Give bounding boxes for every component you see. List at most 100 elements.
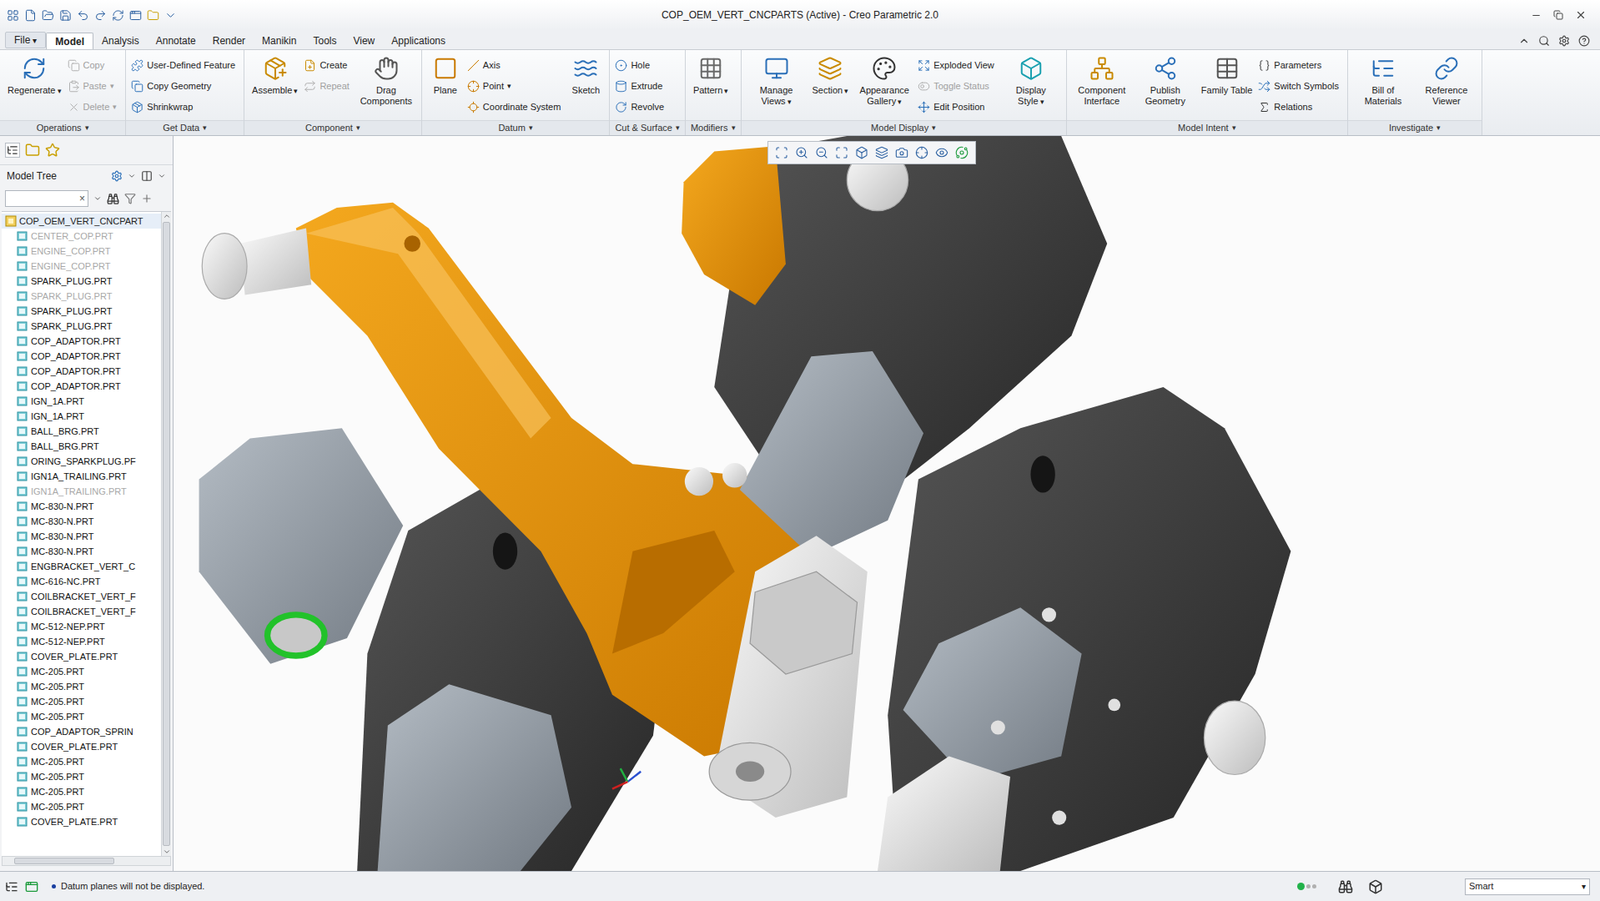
hscroll-thumb[interactable] [14, 857, 115, 865]
ribbon-button[interactable]: Bill of Materials [1353, 53, 1414, 107]
tree-item[interactable]: COILBRACKET_VERT_F [1, 603, 162, 619]
ribbon-group-label[interactable]: Investigate▾ [1348, 120, 1482, 136]
find-icon[interactable] [1338, 879, 1354, 895]
quick-access-icon[interactable] [76, 9, 90, 22]
tree-item[interactable]: MC-830-N.PRT [1, 513, 162, 529]
tree-item[interactable]: ORING_SPARKPLUG.PF [1, 453, 162, 469]
ribbon-group-label[interactable]: Model Display▾ [741, 120, 1067, 136]
assembly-model[interactable] [173, 135, 1600, 871]
connector-box[interactable] [377, 684, 572, 871]
tree-item[interactable]: COP_ADAPTOR.PRT [1, 348, 162, 364]
quick-access-icon[interactable] [94, 9, 107, 22]
navigator-toggle-icon[interactable] [5, 880, 19, 894]
ribbon-small-button[interactable]: Shrinkwrap [130, 96, 239, 118]
quick-access-icon[interactable] [6, 9, 20, 22]
ribbon-group-label[interactable]: Component▾ [244, 120, 422, 136]
ribbon-small-button[interactable]: Point▾ [467, 75, 565, 97]
tree-item[interactable]: MC-512-NEP.PRT [1, 633, 162, 650]
tree-item[interactable]: BALL_BRG.PRT [1, 438, 162, 454]
view-tool-icon[interactable] [794, 145, 809, 160]
vertical-scrollbar[interactable] [161, 211, 172, 856]
minimize-icon[interactable] [1530, 10, 1542, 21]
dropdown-icon[interactable] [93, 194, 102, 203]
ribbon-small-button[interactable]: Paste▾ [67, 75, 121, 97]
find-icon[interactable] [106, 192, 120, 206]
ribbon-small-button[interactable]: Relations [1257, 96, 1343, 118]
show-icon[interactable] [140, 170, 153, 182]
tree-item[interactable]: SPARK_PLUG.PRT [1, 318, 162, 334]
screw[interactable] [1107, 699, 1121, 712]
tree-item[interactable]: BALL_BRG.PRT [1, 423, 162, 439]
ribbon-button[interactable]: Drag Components [356, 53, 417, 107]
horizontal-scrollbar[interactable] [1, 855, 172, 866]
view-tool-icon[interactable] [774, 145, 789, 160]
search-icon[interactable] [1538, 35, 1550, 47]
ribbon-small-button[interactable]: Hole [614, 55, 668, 76]
connector-box[interactable] [903, 607, 1082, 782]
menu-tab[interactable]: Annotate [147, 32, 205, 50]
ribbon-button[interactable]: Assemble▾ [249, 53, 301, 97]
screw[interactable] [684, 467, 714, 496]
filter-icon[interactable] [124, 192, 136, 205]
scroll-down-icon[interactable] [162, 847, 172, 856]
tree-item[interactable]: MC-205.PRT [1, 709, 162, 725]
tree-item[interactable]: SPARK_PLUG.PRT [1, 273, 162, 289]
ribbon-button[interactable]: Regenerate▾ [5, 53, 65, 97]
close-icon[interactable] [1574, 9, 1587, 21]
ribbon-small-button[interactable]: Copy Geometry [130, 75, 239, 97]
tree-item[interactable]: MC-830-N.PRT [1, 543, 162, 559]
view-tool-icon[interactable] [815, 145, 829, 160]
cover-box[interactable] [199, 427, 404, 665]
collapse-ribbon-icon[interactable] [1518, 35, 1530, 47]
tree-item[interactable]: MC-616-NC.PRT [1, 573, 162, 589]
spark-plug[interactable] [877, 755, 1011, 871]
view-tool-icon[interactable] [875, 145, 889, 160]
tree-item[interactable]: MC-830-N.PRT [1, 498, 162, 514]
ribbon-small-button[interactable]: Parameters [1257, 55, 1343, 76]
view-tool-icon[interactable] [835, 145, 849, 160]
quick-access-icon[interactable] [24, 9, 37, 22]
help-icon[interactable] [1578, 35, 1590, 47]
quick-access-icon[interactable] [59, 9, 72, 22]
ribbon-group-label[interactable]: Operations▾ [0, 120, 126, 136]
ribbon-group-label[interactable]: Get Data▾ [125, 120, 244, 136]
tree-item[interactable]: MC-205.PRT [1, 769, 162, 785]
menu-tab[interactable]: Applications [382, 32, 454, 50]
ribbon-small-button[interactable]: Exploded View [917, 55, 998, 76]
bolt-head[interactable] [201, 233, 247, 300]
tree-item[interactable]: ENGBRACKET_VERT_C [1, 558, 162, 574]
tree-item[interactable]: ENGINE_COP.PRT [1, 258, 162, 274]
tree-item[interactable]: ENGINE_COP.PRT [1, 243, 162, 259]
view-tool-icon[interactable] [955, 145, 969, 160]
bracket-top[interactable] [681, 145, 786, 305]
ribbon-small-button[interactable]: Copy [67, 55, 121, 76]
menu-tab[interactable]: Render [204, 32, 254, 50]
tree-item[interactable]: IGN_1A.PRT [1, 393, 162, 409]
restore-icon[interactable] [1553, 10, 1564, 21]
scroll-thumb[interactable] [162, 221, 171, 846]
ribbon-small-button[interactable]: Axis [467, 55, 565, 76]
dropdown-icon[interactable] [157, 171, 167, 181]
ribbon-small-button[interactable]: Toggle Status [917, 75, 998, 97]
tree-item[interactable]: MC-205.PRT [1, 754, 162, 770]
tree-root[interactable]: COP_OEM_VERT_CNCPART [1, 213, 162, 229]
clear-search-button[interactable]: × [79, 193, 86, 204]
menu-tab[interactable]: Analysis [93, 32, 148, 50]
tree-search-field[interactable]: × [5, 190, 89, 207]
tree-item[interactable]: CENTER_COP.PRT [1, 228, 162, 244]
quick-access-icon[interactable] [146, 9, 160, 22]
screw[interactable] [722, 462, 747, 488]
folder-browser-tab-icon[interactable] [25, 142, 41, 158]
ribbon-small-button[interactable]: Create [303, 55, 353, 76]
quick-access-icon[interactable] [164, 9, 177, 22]
ribbon-small-button[interactable]: User-Defined Feature [130, 55, 239, 76]
browser-toggle-icon[interactable] [25, 880, 39, 894]
tree-settings-icon[interactable] [110, 170, 123, 182]
ribbon-group-label[interactable]: Modifiers▾ [685, 120, 741, 136]
screw[interactable] [1051, 810, 1067, 826]
favorites-tab-icon[interactable] [45, 142, 61, 158]
ribbon-button[interactable]: Appearance Gallery▾ [854, 53, 915, 108]
tree-item[interactable]: MC-205.PRT [1, 679, 162, 695]
quick-access-icon[interactable] [129, 9, 142, 22]
quick-access-icon[interactable] [41, 9, 55, 22]
